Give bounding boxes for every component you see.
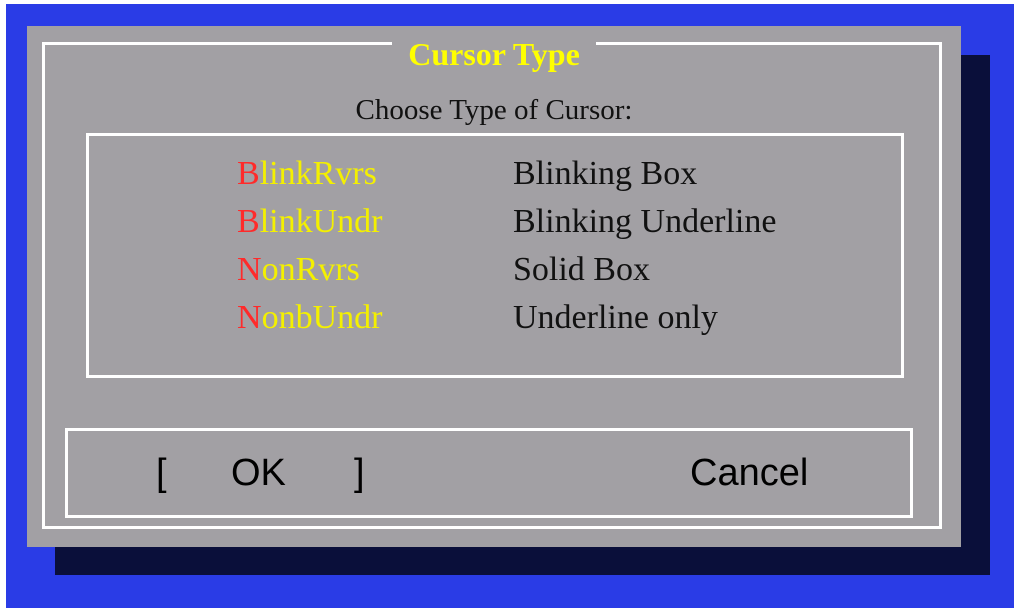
dialog-title-text: Cursor Type (392, 36, 596, 72)
option-name-rest: linkRvrs (259, 155, 377, 192)
option-description: Solid Box (513, 251, 650, 288)
option-name[interactable]: NonbUndr (237, 294, 382, 342)
dialog-title: Cursor Type (27, 30, 961, 78)
option-name[interactable]: BlinkRvrs (237, 150, 377, 198)
cursor-option-non-rvrs[interactable]: NonRvrs Solid Box (89, 246, 901, 294)
option-hotkey: N (237, 299, 262, 336)
cursor-option-blink-rvrs[interactable]: BlinkRvrs Blinking Box (89, 150, 901, 198)
option-hotkey: N (237, 251, 262, 288)
cursor-type-dialog: Cursor Type Choose Type of Cursor: Blink… (27, 26, 961, 547)
cursor-option-nonb-undr[interactable]: NonbUndr Underline only (89, 294, 901, 342)
option-name-rest: linkUndr (259, 203, 383, 240)
ok-right-bracket: ] (354, 452, 365, 494)
option-name[interactable]: NonRvrs (237, 246, 360, 294)
option-name-rest: onbUndr (261, 299, 383, 336)
option-name[interactable]: BlinkUndr (237, 198, 382, 246)
option-description: Underline only (513, 299, 718, 336)
option-hotkey: B (237, 155, 260, 192)
cursor-options-list: BlinkRvrs Blinking Box BlinkUndr Blinkin… (86, 133, 904, 378)
option-name-rest: onRvrs (261, 251, 360, 288)
dialog-prompt: Choose Type of Cursor: (355, 94, 633, 126)
option-description: Blinking Box (513, 155, 698, 192)
cancel-button[interactable]: Cancel (690, 449, 808, 497)
ok-label: OK (231, 452, 286, 494)
ok-left-bracket: [ (156, 452, 167, 494)
option-hotkey: B (237, 203, 260, 240)
option-description: Blinking Underline (513, 203, 777, 240)
button-bar: [ OK ] Cancel (65, 428, 913, 518)
cursor-option-blink-undr[interactable]: BlinkUndr Blinking Underline (89, 198, 901, 246)
